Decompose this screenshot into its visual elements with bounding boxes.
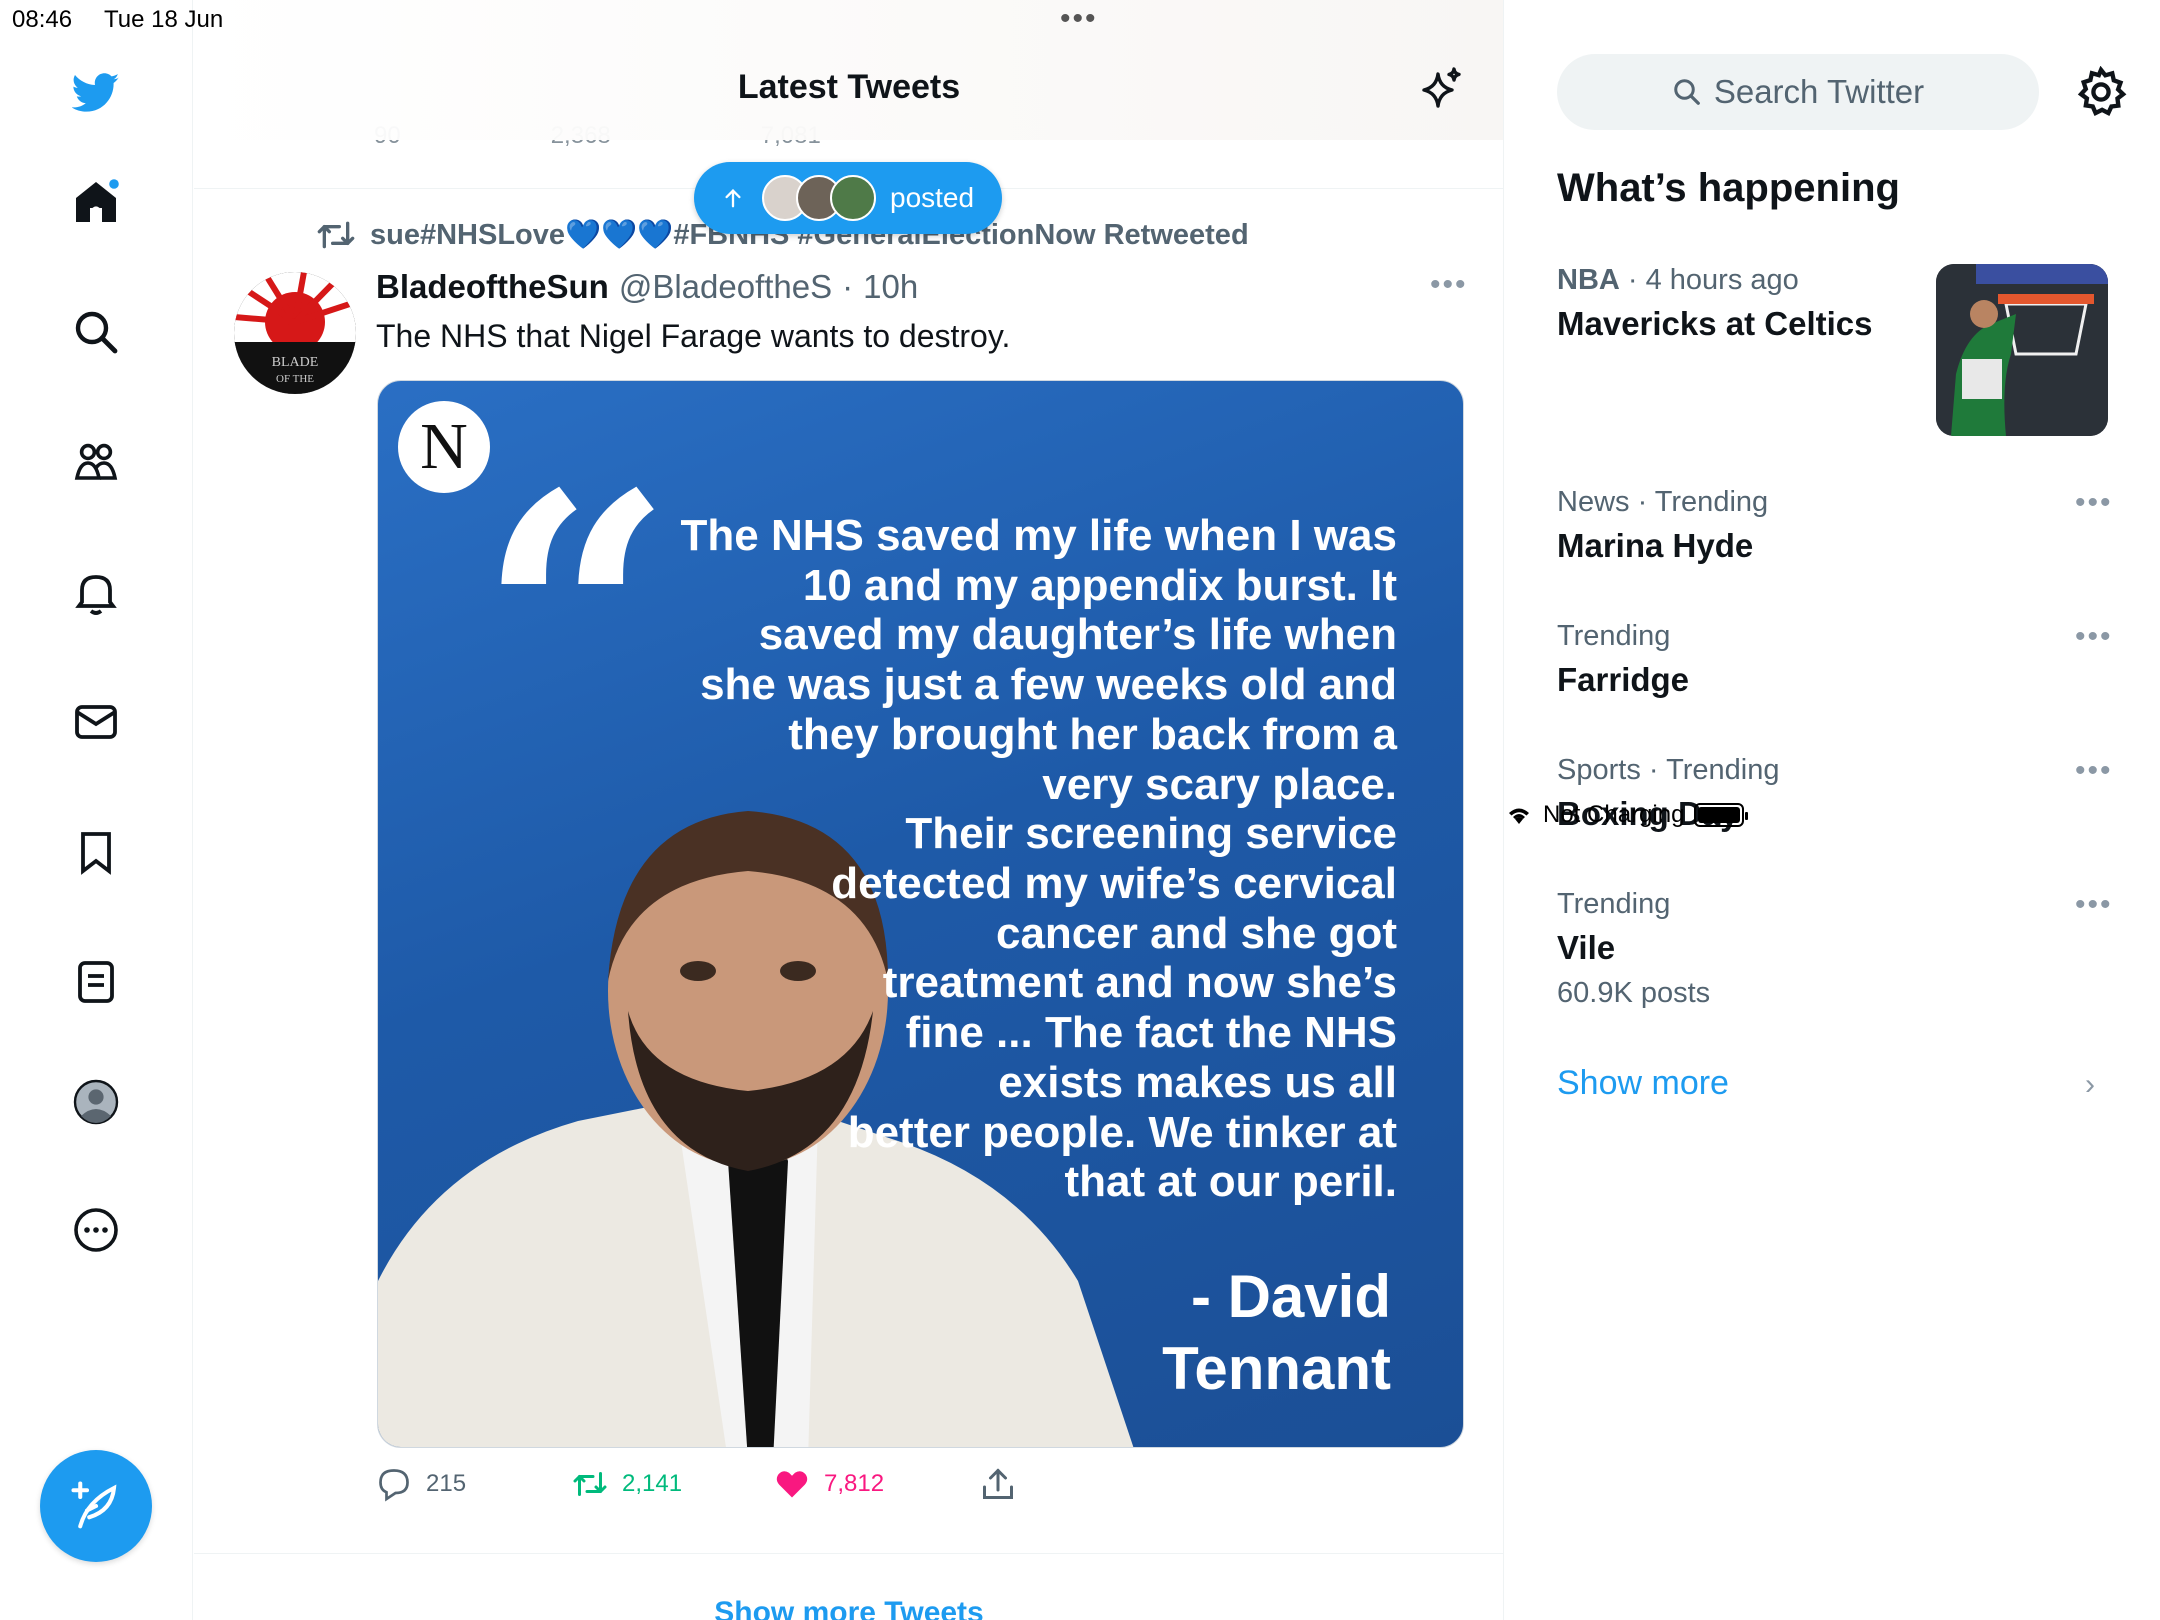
page-title: Latest Tweets: [737, 68, 961, 106]
image-quote-author: - David Tennant: [1162, 1263, 1391, 1402]
timeline-column: Latest Tweets 90 2,368 7,081 posted sue#…: [194, 0, 1504, 1620]
retweet-count: 2,141: [622, 1470, 683, 1497]
author-name[interactable]: BladeoftheSun: [376, 268, 609, 306]
author-avatar[interactable]: BLADE OF THE: [234, 272, 356, 394]
show-more-tweets-link[interactable]: Show more Tweets: [194, 1596, 1503, 1620]
multitask-dots[interactable]: •••: [1060, 2, 1098, 36]
pill-avatars: [762, 175, 876, 221]
status-time: 08:46: [12, 6, 73, 33]
like-count: 7,812: [824, 1470, 885, 1497]
twitter-logo-icon[interactable]: [70, 66, 122, 118]
home-icon[interactable]: [70, 176, 122, 228]
author-handle[interactable]: @BladeoftheS: [619, 268, 832, 306]
tweet-actions: 215 2,141 7,812: [376, 1466, 1276, 1506]
left-nav: [0, 0, 193, 1620]
avatar-logo-text: BLADE: [272, 355, 319, 370]
reply-button[interactable]: 215: [376, 1466, 466, 1502]
tweet-divider: [194, 1553, 1503, 1554]
dot-separator: ·: [842, 268, 854, 305]
quote-mark: “: [478, 421, 674, 820]
lists-icon[interactable]: [70, 956, 122, 1008]
tweet-more-icon[interactable]: •••: [1430, 268, 1468, 302]
new-posts-label: posted: [890, 182, 975, 213]
retweet-button[interactable]: 2,141: [572, 1466, 682, 1502]
battery-icon: [1694, 803, 1749, 827]
status-date: Tue 18 Jun: [104, 6, 224, 33]
like-button[interactable]: 7,812: [774, 1466, 884, 1502]
new-posts-pill[interactable]: posted: [694, 162, 1002, 234]
messages-envelope-icon[interactable]: [70, 696, 122, 748]
publisher-logo: N: [398, 401, 490, 493]
share-button[interactable]: [980, 1466, 1016, 1502]
image-quote-text: The NHS saved my life when I was 10 and …: [680, 511, 1397, 1207]
bookmarks-icon[interactable]: [70, 826, 122, 878]
tweet-header: BladeoftheSun @BladeoftheS · 10h: [376, 268, 918, 306]
more-options-icon[interactable]: [70, 1204, 122, 1256]
status-right: Not Charging: [1505, 5, 2160, 1620]
retweet-green-icon: [573, 1472, 607, 1496]
reply-count: 215: [426, 1470, 467, 1497]
profile-avatar-icon[interactable]: [70, 1076, 122, 1128]
heart-filled-icon: [776, 1471, 808, 1498]
retweet-icon: [317, 221, 355, 249]
share-icon: [983, 1468, 1013, 1499]
status-bar: 08:46 Tue 18 Jun ••• Not Charging: [0, 0, 2160, 828]
notifications-bell-icon[interactable]: [70, 566, 122, 618]
svg-text:OF THE: OF THE: [276, 373, 314, 385]
compose-tweet-button[interactable]: [40, 1450, 152, 1562]
tweet-text: The NHS that Nigel Farage wants to destr…: [376, 318, 1011, 354]
reply-icon: [379, 1469, 409, 1502]
tweet-image[interactable]: N “ The NHS saved my life when I was 10 …: [377, 380, 1464, 1448]
search-icon[interactable]: [70, 306, 122, 358]
charging-status: Not Charging: [1543, 801, 1685, 828]
pill-avatar: [830, 175, 876, 221]
compose-feather-icon: [71, 1481, 117, 1529]
arrow-up-icon: [725, 189, 741, 208]
communities-icon[interactable]: [70, 436, 122, 488]
wifi-icon: [1509, 808, 1529, 824]
sparkle-icon[interactable]: [1416, 66, 1464, 114]
tweet-time[interactable]: 10h: [863, 268, 918, 306]
